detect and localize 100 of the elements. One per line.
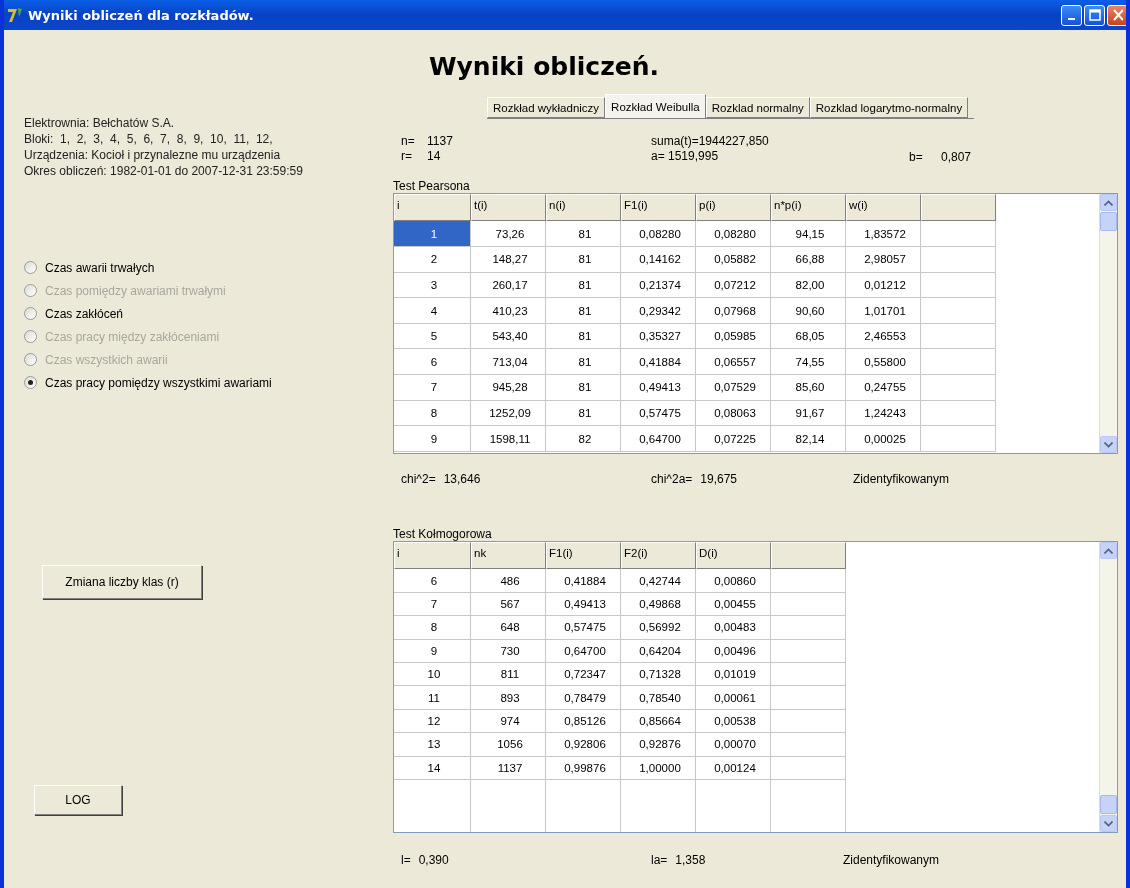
table-cell[interactable]: 11 — [394, 686, 471, 710]
verdict-text: Zidentyfikowanym — [853, 472, 950, 487]
table-cell[interactable]: 2 — [394, 247, 471, 273]
table-cell: 1137 — [471, 756, 546, 780]
column-header: D(i) — [696, 542, 771, 570]
table-cell: 0,85126 — [546, 709, 621, 734]
table-cell: 0,78479 — [546, 686, 621, 710]
table-cell[interactable]: 10 — [394, 663, 471, 687]
radio-label[interactable]: Czas awarii trwałych — [45, 260, 155, 275]
table-cell: 81 — [546, 272, 621, 299]
minimize-icon — [1068, 17, 1075, 20]
app-logo-icon — [6, 6, 24, 24]
radio-button[interactable] — [24, 261, 37, 274]
tab[interactable]: Rozklad normalny — [705, 97, 810, 119]
radio-label[interactable]: Czas zakłóceń — [45, 306, 124, 321]
table-cell: 260,17 — [471, 272, 546, 299]
close-button[interactable] — [1107, 4, 1126, 26]
table-cell: 94,15 — [771, 221, 846, 248]
radio-label[interactable]: Czas pracy pomiędzy wszystkimi awariami — [45, 375, 272, 390]
table-cell[interactable]: 4 — [394, 298, 471, 324]
table-cell: 0,57475 — [621, 400, 696, 427]
column-header: t(i) — [471, 194, 546, 222]
table-cell[interactable]: 12 — [394, 709, 471, 734]
table-cell[interactable]: 9 — [394, 426, 471, 452]
table-cell: 74,55 — [771, 349, 846, 375]
table-cell[interactable]: 8 — [394, 400, 471, 427]
scroll-down-button[interactable] — [1100, 815, 1117, 833]
table-cell[interactable]: 13 — [394, 733, 471, 757]
table-cell[interactable]: 7 — [394, 375, 471, 401]
table-cell[interactable]: 6 — [394, 569, 471, 593]
table-cell: 974 — [471, 709, 546, 734]
table-cell: 0,07212 — [696, 272, 771, 299]
table-cell: 81 — [546, 247, 621, 273]
table-cell[interactable]: 3 — [394, 272, 471, 299]
stat-value: 14 — [427, 149, 441, 165]
table-cell: 1598,11 — [471, 426, 546, 452]
table-cell[interactable]: 5 — [394, 323, 471, 350]
scroll-down-button[interactable] — [1100, 436, 1117, 454]
table-cell[interactable]: 14 — [394, 756, 471, 780]
table-cell: 0,55800 — [846, 349, 921, 375]
table-cell: 0,08063 — [696, 400, 771, 427]
table-cell: 811 — [471, 663, 546, 687]
stat-text: suma(t)=1944227,850 — [651, 134, 770, 150]
table-cell: 0,05882 — [696, 247, 771, 273]
table-cell: 0,64700 — [621, 426, 696, 452]
scroll-thumb[interactable] — [1100, 795, 1117, 815]
section-title: Test Pearsona — [393, 178, 471, 194]
table-cell: 0,00483 — [696, 616, 771, 640]
close-icon — [1112, 9, 1123, 21]
table-cell: 85,60 — [771, 375, 846, 401]
scrollbar[interactable] — [1099, 542, 1117, 833]
table-cell: 648 — [471, 616, 546, 640]
tab[interactable]: Rozkład Weibulla — [605, 94, 706, 119]
table-cell: 2,98057 — [846, 247, 921, 273]
tab[interactable]: Rozklad logarytmo-normalny — [809, 97, 969, 119]
result-value: 1,358 — [675, 853, 706, 868]
table-cell: 0,00538 — [696, 709, 771, 734]
column-header: F1(i) — [621, 194, 696, 222]
table-cell[interactable]: 1 — [394, 221, 471, 248]
table-cell: 0,49413 — [621, 375, 696, 401]
table-cell: 567 — [471, 592, 546, 617]
table-cell: 0,29342 — [621, 298, 696, 324]
info-text: Elektrownia: Bełchatów S.A. — [24, 116, 176, 131]
table-cell: 1252,09 — [471, 400, 546, 427]
table-cell: 0,00025 — [846, 426, 921, 452]
column-header: n(i) — [546, 194, 621, 222]
radio-button[interactable] — [24, 307, 37, 320]
scroll-up-button[interactable] — [1100, 542, 1117, 560]
section-title: Test Kołmogorowa — [393, 526, 493, 542]
column-header: F2(i) — [621, 542, 696, 570]
table-cell: 82 — [546, 426, 621, 452]
table-cell[interactable]: 6 — [394, 349, 471, 375]
table-cell: 91,67 — [771, 400, 846, 427]
table-cell: 81 — [546, 349, 621, 375]
table-cell[interactable]: 8 — [394, 616, 471, 640]
table-cell: 1,24243 — [846, 400, 921, 427]
table-cell[interactable]: 9 — [394, 639, 471, 664]
log-button[interactable]: LOG — [34, 785, 122, 815]
table-cell: 0,78540 — [621, 686, 696, 710]
table-cell: 893 — [471, 686, 546, 710]
column-header: i — [394, 542, 471, 570]
table-cell: 90,60 — [771, 298, 846, 324]
maximize-button[interactable] — [1084, 4, 1105, 26]
table-cell: 2,46553 — [846, 323, 921, 350]
minimize-button[interactable] — [1061, 4, 1082, 26]
tab[interactable]: Rozkład wykładniczy — [487, 97, 606, 119]
column-header: p(i) — [696, 194, 771, 222]
scroll-up-button[interactable] — [1100, 194, 1117, 212]
change-classes-button[interactable]: Zmiana liczby klas (r) — [42, 565, 202, 599]
table-cell: 543,40 — [471, 323, 546, 350]
table-cell: 0,14162 — [621, 247, 696, 273]
table-cell[interactable]: 7 — [394, 592, 471, 617]
info-text: Urządzenia: Kocioł i przynalezne mu urządzenia — [24, 148, 282, 163]
table-cell: 0,01212 — [846, 272, 921, 299]
info-text: Bloki: 1, 2, 3, 4, 5, 6, 7, 8, 9, 10, 11, 12, — [24, 132, 274, 147]
scrollbar[interactable] — [1099, 194, 1117, 454]
scroll-thumb[interactable] — [1100, 212, 1117, 232]
table-cell: 945,28 — [471, 375, 546, 401]
radio-button[interactable] — [24, 376, 37, 389]
maximize-icon — [1088, 9, 1101, 21]
